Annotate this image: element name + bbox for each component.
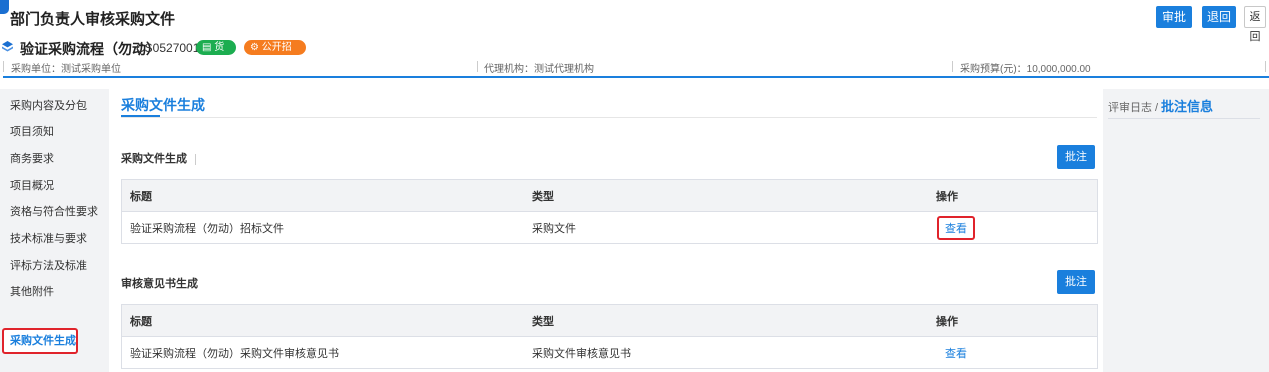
sidebar-item-qualification[interactable]: 资格与符合性要求 <box>0 199 107 225</box>
sidebar-item-project-overview[interactable]: 项目概况 <box>0 173 107 199</box>
back-button[interactable]: 返回 <box>1244 6 1266 43</box>
column-header-action: 操作 <box>936 315 958 328</box>
purchasing-unit: 采购单位：测试采购单位 <box>11 64 121 75</box>
row-title: 验证采购流程（勿动）招标文件 <box>130 222 284 235</box>
tag-goods: ▤ 货物 <box>196 40 236 68</box>
project-code: CS0527001 <box>136 41 200 55</box>
sidebar-item-evaluation-method[interactable]: 评标方法及标准 <box>0 253 107 279</box>
sidebar-item-project-notice[interactable]: 项目须知 <box>0 119 107 145</box>
column-header-type: 类型 <box>532 315 554 328</box>
sidebar-item-other-attachments[interactable]: 其他附件 <box>0 279 107 305</box>
tag-public-bidding: ⚙ 公开招标 <box>244 40 306 68</box>
column-header-title: 标题 <box>130 190 152 203</box>
review-log-tab[interactable]: 评审日志 / <box>1108 99 1158 115</box>
divider <box>477 61 478 72</box>
section-title: 采购文件生成 <box>121 150 196 166</box>
opinion-table: 标题 类型 操作 验证采购流程（勿动）采购文件审核意见书 采购文件审核意见书 查… <box>121 304 1098 369</box>
column-header-title: 标题 <box>130 315 152 328</box>
annotation-info-tab[interactable]: 批注信息 <box>1161 96 1213 115</box>
annotate-button[interactable]: 批注 <box>1057 145 1095 169</box>
section-title-text: 采购文件生成 <box>121 153 187 165</box>
section-title: 审核意见书生成 <box>121 275 198 291</box>
view-link[interactable]: 查看 <box>937 215 975 240</box>
header-divider <box>3 76 1269 78</box>
view-link[interactable]: 查看 <box>945 345 967 361</box>
annotate-button[interactable]: 批注 <box>1057 270 1095 294</box>
row-type: 采购文件 <box>532 222 576 235</box>
project-info-line: 采购单位：测试采购单位 代理机构：测试代理机构 采购预算(元)：10,000,0… <box>0 60 1269 75</box>
row-type: 采购文件审核意见书 <box>532 347 631 360</box>
heading-underline <box>121 115 160 117</box>
section-title-text: 审核意见书生成 <box>121 278 198 290</box>
panel-divider <box>1108 118 1260 119</box>
sidebar: 采购内容及分包 项目须知 商务要求 项目概况 资格与符合性要求 技术标准与要求 … <box>0 89 109 372</box>
approve-button[interactable]: 审批 <box>1156 6 1192 28</box>
divider <box>195 153 196 165</box>
divider <box>1265 61 1266 72</box>
heading-divider <box>121 117 1097 118</box>
sidebar-item-document-generation[interactable]: 采购文件生成 <box>2 328 78 354</box>
divider <box>952 61 953 72</box>
column-header-action: 操作 <box>936 190 958 203</box>
main-heading: 采购文件生成 <box>121 97 205 113</box>
annotation-panel: 评审日志 / 批注信息 <box>1103 89 1269 372</box>
budget: 采购预算(元)：10,000,000.00 <box>960 64 1091 75</box>
sidebar-item-technical-standards[interactable]: 技术标准与要求 <box>0 226 107 252</box>
table-header: 标题 类型 操作 <box>122 180 1097 212</box>
table-header: 标题 类型 操作 <box>122 305 1097 337</box>
top-bar: 部门负责人审核采购文件 审批 退回 返回 <box>0 0 1269 43</box>
title-accent-icon <box>0 0 9 14</box>
column-header-type: 类型 <box>532 190 554 203</box>
row-title: 验证采购流程（勿动）采购文件审核意见书 <box>130 347 339 360</box>
layers-icon <box>2 41 13 52</box>
sidebar-item-procurement-content[interactable]: 采购内容及分包 <box>0 93 107 119</box>
project-header: 验证采购流程（勿动） CS0527001 ▤ 货物 ⚙ 公开招标 <box>0 38 1269 68</box>
page-title: 部门负责人审核采购文件 <box>10 11 176 28</box>
document-table: 标题 类型 操作 验证采购流程（勿动）招标文件 采购文件 查看 <box>121 179 1098 244</box>
table-row: 验证采购流程（勿动）招标文件 采购文件 查看 <box>122 212 1097 243</box>
table-row: 验证采购流程（勿动）采购文件审核意见书 采购文件审核意见书 查看 <box>122 337 1097 368</box>
main-content: 采购文件生成 采购文件生成 批注 标题 类型 操作 验证采购流程（勿动）招标文件… <box>109 89 1103 372</box>
agency: 代理机构：测试代理机构 <box>484 64 594 75</box>
sidebar-item-business-requirements[interactable]: 商务要求 <box>0 146 107 172</box>
divider <box>3 61 4 72</box>
reject-button[interactable]: 退回 <box>1202 6 1236 28</box>
